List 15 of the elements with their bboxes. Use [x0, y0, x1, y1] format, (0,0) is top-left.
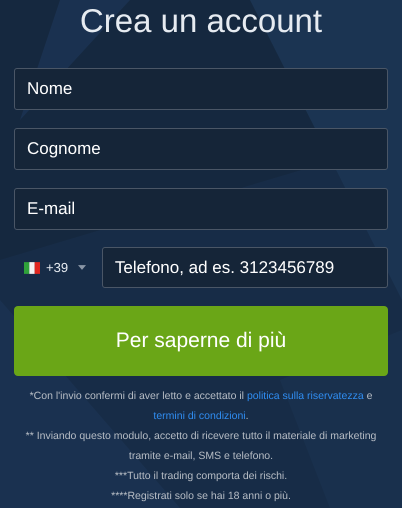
consent-text: *Con l'invio confermi di aver letto e accettato il politica sulla riservatezza e termini di condizioni.	[28, 389, 374, 424]
privacy-link[interactable]: politica sulla riservatezza	[246, 390, 364, 402]
submit-button[interactable]: Per saperne di più	[14, 306, 388, 376]
phone-field[interactable]: Telefono, ad es. 3123456789	[102, 247, 388, 288]
disclaimer-text: ***Tutto il trading comporta dei rischi.	[114, 469, 288, 484]
flag-icon	[24, 262, 40, 274]
page-title: Crea un account	[80, 2, 322, 40]
text-field[interactable]: E-mail	[14, 188, 388, 230]
disclaimer-text: ** Inviando questo modulo, accetto di ricevere tutto il materiale di marketing tramite e-mail, SMS e telefono.	[24, 429, 378, 464]
country-code-dropdown[interactable]: +39	[14, 260, 102, 275]
text-field[interactable]: Nome	[14, 68, 388, 110]
terms-link[interactable]: termini di condizioni	[153, 410, 246, 422]
caret-icon	[78, 265, 86, 270]
text-field[interactable]: Cognome	[14, 128, 388, 170]
disclaimer-text: ****Registrati solo se hai 18 anni o più.	[110, 489, 292, 504]
